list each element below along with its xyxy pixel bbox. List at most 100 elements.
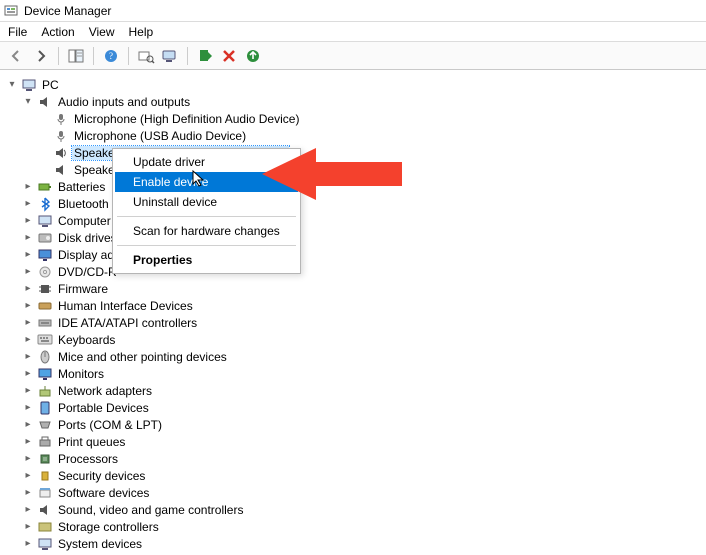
tree-root[interactable]: ▾ PC	[6, 76, 706, 93]
chevron-right-icon[interactable]: ▸	[22, 386, 34, 396]
tree-category-network[interactable]: ▸Network adapters	[6, 382, 706, 399]
tree-label: Portable Devices	[56, 401, 151, 415]
bluetooth-icon	[37, 196, 53, 212]
chevron-down-icon[interactable]: ▾	[22, 97, 34, 107]
chevron-right-icon[interactable]: ▸	[22, 182, 34, 192]
tree-category-display[interactable]: ▸ Display ad	[6, 246, 706, 263]
hid-icon	[37, 298, 53, 314]
tree-label: Display ad	[56, 248, 116, 262]
tree-label: Ports (COM & LPT)	[56, 418, 164, 432]
forward-button[interactable]	[30, 45, 52, 67]
update-button[interactable]	[242, 45, 264, 67]
tree-item-mic1[interactable]: Microphone (High Definition Audio Device…	[6, 110, 706, 127]
tree-item-speakers[interactable]: Speakers (High Definition Audio Device)	[6, 144, 706, 161]
menu-view[interactable]: View	[89, 25, 115, 39]
tree-category-disk[interactable]: ▸Disk drives	[6, 229, 706, 246]
tree-category-bluetooth[interactable]: ▸Bluetooth	[6, 195, 706, 212]
tree-category-printq[interactable]: ▸Print queues	[6, 433, 706, 450]
chevron-right-icon[interactable]: ▸	[22, 420, 34, 430]
portable-icon	[37, 400, 53, 416]
ctx-separator	[117, 216, 296, 217]
tree-category-sound[interactable]: ▸Sound, video and game controllers	[6, 501, 706, 518]
chevron-right-icon[interactable]: ▸	[22, 488, 34, 498]
window-title: Device Manager	[24, 4, 111, 18]
computer-icon	[37, 213, 53, 229]
chevron-right-icon[interactable]: ▸	[22, 199, 34, 209]
tree-category-processors[interactable]: ▸ Processors	[6, 450, 706, 467]
tree-category-batteries[interactable]: ▸ Batteries	[6, 178, 706, 195]
speaker-icon	[53, 145, 69, 161]
tree-category-storage[interactable]: ▸Storage controllers	[6, 518, 706, 535]
chevron-right-icon[interactable]: ▸	[22, 352, 34, 362]
tree-category-computer[interactable]: ▸ Computer	[6, 212, 706, 229]
tree-label: PC	[40, 78, 61, 92]
menu-file[interactable]: File	[8, 25, 27, 39]
chevron-right-icon[interactable]: ▸	[22, 318, 34, 328]
device-tree[interactable]: ▾ PC ▾ Audio inputs and outputs Micropho…	[0, 70, 706, 555]
chevron-right-icon[interactable]: ▸	[22, 539, 34, 549]
cpu-icon	[37, 451, 53, 467]
menu-help[interactable]: Help	[129, 25, 154, 39]
chevron-down-icon[interactable]: ▾	[6, 80, 18, 90]
tree-label: Processors	[56, 452, 120, 466]
network-icon	[37, 383, 53, 399]
chevron-right-icon[interactable]: ▸	[22, 250, 34, 260]
help-button[interactable]: ?	[100, 45, 122, 67]
chevron-right-icon[interactable]: ▸	[22, 522, 34, 532]
tree-label: Speake	[72, 163, 117, 177]
ctx-properties[interactable]: Properties	[115, 250, 298, 270]
tree-item-mic2[interactable]: Microphone (USB Audio Device)	[6, 127, 706, 144]
tree-category-audio[interactable]: ▾ Audio inputs and outputs	[6, 93, 706, 110]
tree-category-hid[interactable]: ▸Human Interface Devices	[6, 297, 706, 314]
tree-category-ports[interactable]: ▸ Ports (COM & LPT)	[6, 416, 706, 433]
tree-label: Audio inputs and outputs	[56, 95, 192, 109]
chevron-right-icon[interactable]: ▸	[22, 437, 34, 447]
remote-button[interactable]	[159, 45, 181, 67]
tree-category-mice[interactable]: ▸ Mice and other pointing devices	[6, 348, 706, 365]
mouse-icon	[37, 349, 53, 365]
ctx-update-driver[interactable]: Update driver	[115, 152, 298, 172]
app-icon	[4, 4, 18, 18]
disc-icon	[37, 264, 53, 280]
chevron-right-icon[interactable]: ▸	[22, 369, 34, 379]
tree-category-dvdcd[interactable]: ▸DVD/CD-R	[6, 263, 706, 280]
monitor-icon	[37, 366, 53, 382]
ctx-scan-hardware[interactable]: Scan for hardware changes	[115, 221, 298, 241]
chevron-right-icon[interactable]: ▸	[22, 454, 34, 464]
chevron-right-icon[interactable]: ▸	[22, 403, 34, 413]
tree-category-portable[interactable]: ▸ Portable Devices	[6, 399, 706, 416]
tree-label: Computer	[56, 214, 113, 228]
tree-category-firmware[interactable]: ▸Firmware	[6, 280, 706, 297]
microphone-icon	[53, 128, 69, 144]
show-container-button[interactable]	[65, 45, 87, 67]
tree-category-keyboards[interactable]: ▸Keyboards	[6, 331, 706, 348]
ctx-uninstall-device[interactable]: Uninstall device	[115, 192, 298, 212]
chevron-right-icon[interactable]: ▸	[22, 301, 34, 311]
tree-category-security[interactable]: ▸Security devices	[6, 467, 706, 484]
tree-item-speakers2[interactable]: Speake	[6, 161, 706, 178]
chevron-right-icon[interactable]: ▸	[22, 505, 34, 515]
tree-category-software[interactable]: ▸Software devices	[6, 484, 706, 501]
ctx-enable-device[interactable]: Enable device	[115, 172, 298, 192]
back-button[interactable]	[6, 45, 28, 67]
tree-category-system[interactable]: ▸System devices	[6, 535, 706, 552]
chevron-right-icon[interactable]: ▸	[22, 267, 34, 277]
scan-button[interactable]	[135, 45, 157, 67]
microphone-icon	[53, 111, 69, 127]
tree-category-ide[interactable]: ▸IDE ATA/ATAPI controllers	[6, 314, 706, 331]
enable-button[interactable]	[194, 45, 216, 67]
chevron-right-icon[interactable]: ▸	[22, 233, 34, 243]
security-icon	[37, 468, 53, 484]
chevron-right-icon[interactable]: ▸	[22, 216, 34, 226]
tree-category-monitors[interactable]: ▸Monitors	[6, 365, 706, 382]
menubar: File Action View Help	[0, 22, 706, 42]
tree-label: Batteries	[56, 180, 107, 194]
tree-label: Mice and other pointing devices	[56, 350, 229, 364]
chevron-right-icon[interactable]: ▸	[22, 335, 34, 345]
chevron-right-icon[interactable]: ▸	[22, 284, 34, 294]
menu-action[interactable]: Action	[41, 25, 74, 39]
ctx-separator	[117, 245, 296, 246]
keyboard-icon	[37, 332, 53, 348]
uninstall-button[interactable]	[218, 45, 240, 67]
chevron-right-icon[interactable]: ▸	[22, 471, 34, 481]
